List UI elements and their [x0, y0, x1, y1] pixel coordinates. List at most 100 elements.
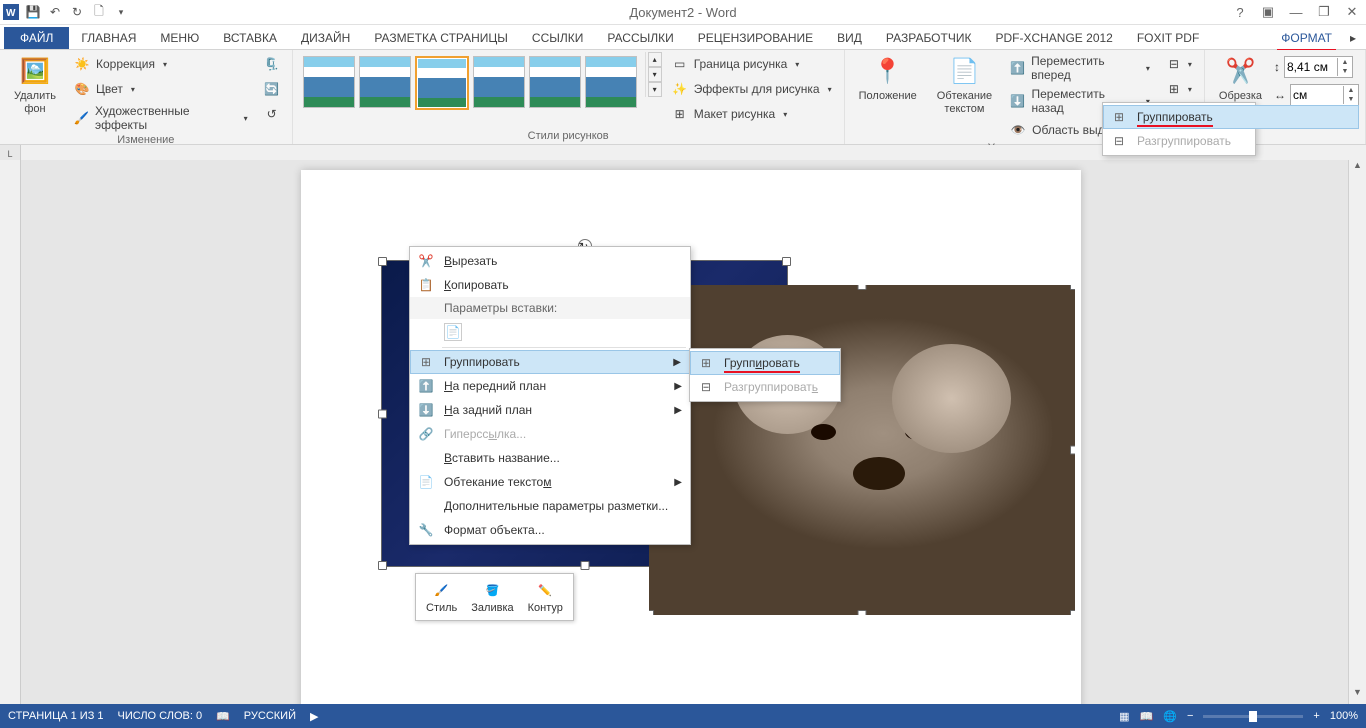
tab-format[interactable]: ФОРМАТ — [1269, 27, 1344, 49]
group-dropdown-group[interactable]: ⊞Группировать — [1103, 105, 1359, 129]
ctx-paste-header: Параметры вставки: — [410, 297, 690, 319]
compress-pictures-button[interactable]: 🗜️ — [258, 52, 286, 76]
status-bar: СТРАНИЦА 1 ИЗ 1 ЧИСЛО СЛОВ: 0 📖 РУССКИЙ … — [0, 704, 1366, 728]
zoom-out[interactable]: − — [1187, 710, 1193, 722]
crop-button[interactable]: ✂️Обрезка — [1211, 52, 1270, 107]
corrections-button[interactable]: ☀️Коррекция▾ — [68, 52, 254, 76]
mini-fill-button[interactable]: 🪣Заливка — [465, 578, 519, 616]
group-picture-styles: ▴ ▾ ▾ ▭Граница рисунка▾ ✨Эффекты для рис… — [293, 50, 845, 144]
status-language[interactable]: РУССКИЙ — [244, 710, 296, 722]
close-button[interactable]: ✕ — [1338, 1, 1366, 23]
tab-menu[interactable]: Меню — [148, 27, 211, 49]
image-2[interactable]: ↻ — [649, 285, 1075, 615]
style-preset-3[interactable] — [415, 56, 469, 110]
tab-mailings[interactable]: РАССЫЛКИ — [595, 27, 685, 49]
zoom-slider[interactable] — [1203, 715, 1303, 718]
tab-overflow[interactable]: ▸ — [1344, 27, 1362, 49]
color-button[interactable]: 🎨Цвет▾ — [68, 77, 254, 101]
tab-view[interactable]: ВИД — [825, 27, 874, 49]
zoom-level[interactable]: 100% — [1330, 710, 1358, 722]
ribbon-tabs: ФАЙЛ ГЛАВНАЯ Меню ВСТАВКА ДИЗАЙН РАЗМЕТК… — [0, 25, 1366, 50]
style-preset-6[interactable] — [585, 56, 637, 108]
mini-style-button[interactable]: 🖌️Стиль — [420, 578, 463, 616]
restore-button[interactable]: ❐ — [1310, 1, 1338, 23]
style-preset-2[interactable] — [359, 56, 411, 108]
width-input[interactable]: ▲▼ — [1290, 84, 1359, 106]
reset-picture-button[interactable]: ↺ — [258, 102, 286, 126]
ctx-bring-front[interactable]: ⬆️На передний план▶ — [410, 374, 690, 398]
status-macro-icon[interactable]: ▶ — [310, 710, 318, 723]
change-picture-button[interactable]: 🔄 — [258, 77, 286, 101]
artistic-effects-button[interactable]: 🖌️Художественные эффекты▾ — [68, 102, 254, 134]
redo-button[interactable]: ↻ — [66, 1, 88, 23]
minimize-button[interactable]: — — [1282, 1, 1310, 23]
picture-style-gallery[interactable] — [299, 52, 641, 114]
ctx-wrap-text[interactable]: 📄Обтекание текстом▶ — [410, 470, 690, 494]
gallery-more[interactable]: ▾ — [648, 82, 662, 97]
wrap-text-button[interactable]: 📄Обтекание текстом — [929, 52, 1000, 120]
tab-pdfxchange[interactable]: PDF-XChange 2012 — [983, 27, 1124, 49]
style-preset-4[interactable] — [473, 56, 525, 108]
gallery-up[interactable]: ▴ — [648, 52, 662, 67]
mini-outline-button[interactable]: ✏️Контур — [522, 578, 569, 616]
window-title: Документ2 - Word — [629, 5, 736, 20]
zoom-in[interactable]: + — [1313, 710, 1319, 722]
ctx-format-object[interactable]: 🔧Формат объекта... — [410, 518, 690, 542]
ctx-hyperlink: 🔗Гиперссылка... — [410, 422, 690, 446]
picture-layout-button[interactable]: ⊞Макет рисунка▾ — [666, 102, 838, 126]
new-doc-button[interactable]: 🗋 — [88, 1, 110, 23]
submenu-group[interactable]: ⊞Группировать — [690, 351, 840, 375]
group-dropdown: ⊞Группировать ⊟Разгруппировать — [1102, 102, 1256, 156]
help-button[interactable]: ? — [1226, 1, 1254, 23]
word-icon: W — [0, 1, 22, 23]
workspace: ↻ ↻ 🖌️Стиль 🪣Заливка ✏️Контур — [0, 160, 1366, 704]
undo-button[interactable]: ↶ — [44, 1, 66, 23]
view-print-layout[interactable]: ▦ — [1119, 710, 1129, 723]
style-preset-1[interactable] — [303, 56, 355, 108]
title-bar: W 💾 ↶ ↻ 🗋 ▾ Документ2 - Word ? ▣ — ❐ ✕ — [0, 0, 1366, 25]
ctx-more-layout[interactable]: Дополнительные параметры разметки... — [410, 494, 690, 518]
tab-references[interactable]: ССЫЛКИ — [520, 27, 595, 49]
tab-review[interactable]: РЕЦЕНЗИРОВАНИЕ — [686, 27, 825, 49]
scrollbar-vertical[interactable]: ▲ ▼ — [1348, 160, 1366, 704]
tab-page-layout[interactable]: РАЗМЕТКА СТРАНИЦЫ — [362, 27, 520, 49]
ctx-insert-caption[interactable]: Вставить название... — [410, 446, 690, 470]
view-read-mode[interactable]: 📖 — [1140, 710, 1154, 723]
ctx-copy[interactable]: 📋Копировать — [410, 273, 690, 297]
ctx-group[interactable]: ⊞Группировать▶ — [410, 350, 690, 374]
picture-border-button[interactable]: ▭Граница рисунка▾ — [666, 52, 838, 76]
document-area[interactable]: ↻ ↻ 🖌️Стиль 🪣Заливка ✏️Контур — [21, 160, 1366, 704]
picture-effects-button[interactable]: ✨Эффекты для рисунка▾ — [666, 77, 838, 101]
height-input[interactable]: ▲▼ — [1284, 56, 1353, 78]
status-page[interactable]: СТРАНИЦА 1 ИЗ 1 — [8, 710, 104, 722]
tab-file[interactable]: ФАЙЛ — [4, 27, 69, 49]
status-words[interactable]: ЧИСЛО СЛОВ: 0 — [118, 710, 203, 722]
tab-developer[interactable]: РАЗРАБОТЧИК — [874, 27, 984, 49]
ribbon: 🖼️ Удалить фон ☀️Коррекция▾ 🎨Цвет▾ 🖌️Худ… — [0, 50, 1366, 145]
tab-design[interactable]: ДИЗАЙН — [289, 27, 362, 49]
gallery-down[interactable]: ▾ — [648, 67, 662, 82]
ctx-cut[interactable]: ✂️Вырезать — [410, 249, 690, 273]
ctx-paste-option[interactable]: 📄 — [410, 319, 690, 345]
save-button[interactable]: 💾 — [22, 1, 44, 23]
view-web-layout[interactable]: 🌐 — [1163, 710, 1177, 723]
ribbon-options-button[interactable]: ▣ — [1254, 1, 1282, 23]
tab-home[interactable]: ГЛАВНАЯ — [69, 27, 148, 49]
bring-forward-button[interactable]: ⬆️Переместить вперед▾ — [1004, 52, 1156, 84]
position-button[interactable]: 📍Положение — [851, 52, 925, 107]
group-button[interactable]: ⊞▾ — [1160, 77, 1198, 101]
style-preset-5[interactable] — [529, 56, 581, 108]
group-adjust: 🖼️ Удалить фон ☀️Коррекция▾ 🎨Цвет▾ 🖌️Худ… — [0, 50, 293, 144]
remove-background-button[interactable]: 🖼️ Удалить фон — [6, 52, 64, 120]
tab-insert[interactable]: ВСТАВКА — [211, 27, 289, 49]
qat-customize[interactable]: ▾ — [110, 1, 132, 23]
submenu-ungroup: ⊟Разгруппировать — [690, 375, 840, 399]
group-label-styles: Стили рисунков — [299, 130, 838, 144]
tab-foxit[interactable]: Foxit PDF — [1125, 27, 1211, 49]
ruler-vertical[interactable] — [0, 160, 21, 704]
height-icon: ↕ — [1274, 60, 1280, 74]
group-dropdown-ungroup: ⊟Разгруппировать — [1103, 129, 1359, 153]
status-proofing-icon[interactable]: 📖 — [216, 710, 230, 723]
ctx-send-back[interactable]: ⬇️На задний план▶ — [410, 398, 690, 422]
align-button[interactable]: ⊟▾ — [1160, 52, 1198, 76]
